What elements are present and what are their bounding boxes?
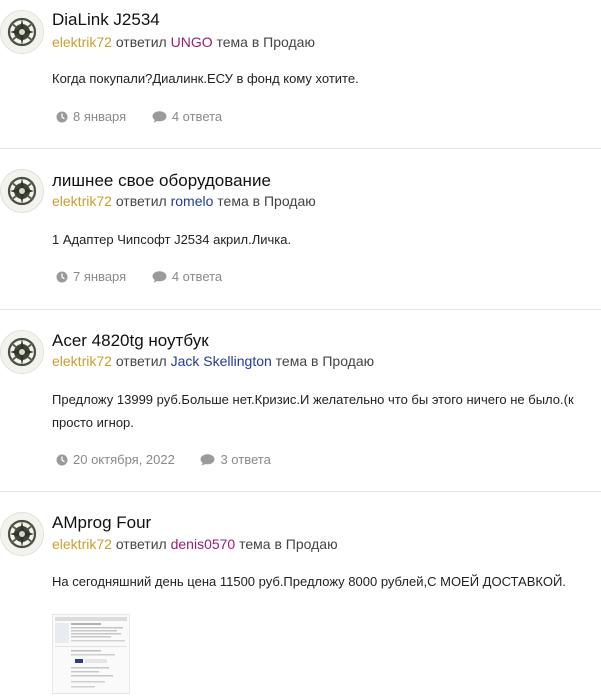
post-meta: 8 января 4 ответа [56,109,244,126]
forum-prefix: тема в [217,193,261,209]
author-link[interactable]: elektrik72 [52,34,112,50]
forum-prefix: тема в [216,34,260,50]
comment-icon [152,270,167,283]
post-date[interactable]: 7 января [56,269,126,284]
avatar-emblem [1,170,43,212]
date-text: 20 октября, 2022 [73,452,175,467]
date-text: 8 января [73,109,127,124]
topic-title[interactable]: DiaLink J2534 [52,10,160,30]
author-link[interactable]: elektrik72 [52,193,112,209]
replied-label: ответил [115,353,167,369]
activity-item: DiaLink J2534 elektrik72 ответил UNGO те… [0,0,601,148]
replied-label: ответил [115,536,167,552]
post-meta: 7 января 4 ответа [56,269,244,286]
reply-count-text: 4 ответа [171,269,223,284]
topic-starter-link[interactable]: Jack Skellington [171,353,272,369]
clock-icon [56,271,68,282]
activity-item: лишнее свое оборудование elektrik72 отве… [0,149,601,309]
post-date[interactable]: 20 октября, 2022 [56,452,175,467]
topic-title[interactable]: лишнее свое оборудование [52,171,271,191]
comment-icon [200,453,215,466]
replied-label: ответил [115,193,167,209]
post-snippet-line: просто игнор. [52,415,134,430]
replied-label: ответил [115,34,167,50]
reply-count[interactable]: 4 ответа [152,109,222,124]
avatar-emblem [1,331,43,373]
post-date[interactable]: 8 января [56,109,126,124]
avatar-emblem [1,11,43,53]
avatar[interactable] [0,512,44,556]
attachment-preview-image [53,615,129,693]
post-snippet: Когда покупали?Диалинк.ЕСУ в фонд кому х… [52,71,359,86]
topic-starter-link[interactable]: romelo [171,193,214,209]
forum-prefix: тема в [239,536,282,552]
byline: elektrik72 ответил denis0570 тема в Прод… [52,536,338,552]
attachment-thumbnail[interactable] [52,614,130,694]
author-link[interactable]: elektrik72 [52,353,112,369]
reply-count[interactable]: 4 ответа [152,269,222,284]
byline: elektrik72 ответил romelo тема в Продаю [52,193,316,209]
post-snippet: На сегодняшний день цена 11500 руб.Предл… [52,574,566,589]
date-text: 7 января [73,269,127,284]
clock-icon [56,454,68,465]
topic-starter-link[interactable]: UNGO [171,34,213,50]
topic-title[interactable]: Acer 4820tg ноутбук [52,331,209,351]
topic-starter-link[interactable]: denis0570 [171,536,236,552]
avatar[interactable] [0,330,44,374]
comment-icon [152,110,167,123]
forum-link[interactable]: Продаю [286,536,338,552]
activity-item: Acer 4820tg ноутбук elektrik72 ответил J… [0,310,601,491]
byline: elektrik72 ответил Jack Skellington тема… [52,353,374,369]
reply-count[interactable]: 3 ответа [200,452,271,467]
avatar[interactable] [0,10,44,54]
forum-link[interactable]: Продаю [264,193,316,209]
avatar[interactable] [0,169,44,213]
reply-count-text: 4 ответа [171,109,223,124]
post-snippet: 1 Адаптер Чипсофт J2534 акрил.Личка. [52,232,292,247]
reply-count-text: 3 ответа [220,452,271,467]
topic-title[interactable]: AMprog Four [52,513,151,533]
post-meta: 20 октября, 2022 3 ответа [56,452,293,469]
byline: elektrik72 ответил UNGO тема в Продаю [52,34,315,50]
post-snippet-line: Предложу 13999 руб.Больше нет.Кризис.И ж… [52,392,574,407]
avatar-emblem [1,513,43,555]
author-link[interactable]: elektrik72 [52,536,112,552]
forum-link[interactable]: Продаю [322,353,374,369]
clock-icon [56,111,68,122]
forum-prefix: тема в [275,353,319,369]
forum-link[interactable]: Продаю [263,34,315,50]
